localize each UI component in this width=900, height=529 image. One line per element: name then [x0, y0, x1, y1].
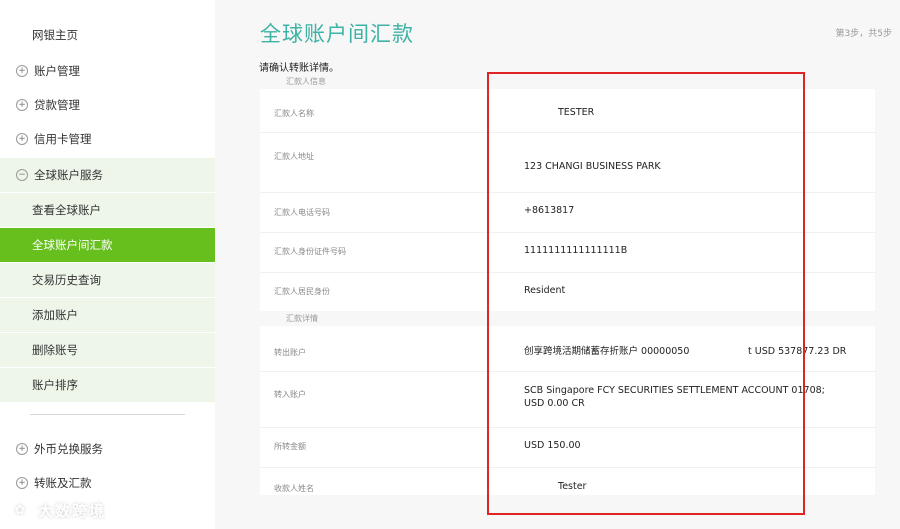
watermark-text: 大数跨境 — [38, 501, 107, 520]
detail-label: 转出账户 — [274, 348, 306, 357]
detail-label: 汇款人名称 — [274, 109, 314, 118]
detail-label: 汇款人身份证件号码 — [274, 247, 346, 256]
detail-label: 收款人姓名 — [274, 484, 314, 493]
expand-plus-icon: + — [16, 443, 28, 455]
sidebar-subitem-global-transfer[interactable]: 全球账户间汇款 — [0, 228, 215, 262]
watermark: ✿ 大数跨境 — [10, 499, 106, 521]
sidebar-item-label: 全球账户间汇款 — [32, 238, 113, 252]
sidebar-item-credit-card[interactable]: + 信用卡管理 — [0, 122, 215, 156]
sidebar-item-label: 账户排序 — [32, 378, 78, 392]
sidebar-item-label: 删除账号 — [32, 343, 78, 357]
expand-plus-icon: + — [16, 99, 28, 111]
sidebar-item-account-management[interactable]: + 账户管理 — [0, 54, 215, 88]
sidebar-item-global-account-services[interactable]: − 全球账户服务 — [0, 158, 215, 192]
sidebar-item-label: 信用卡管理 — [34, 132, 92, 146]
sidebar-item-label: 转账及汇款 — [34, 476, 92, 490]
detail-label: 所转金额 — [274, 442, 306, 451]
page-subtitle: 请确认转账详情。 — [259, 63, 339, 74]
logo-icon: ✿ — [10, 499, 32, 521]
sidebar-item-label: 查看全球账户 — [32, 203, 101, 217]
sidebar-item-loan-management[interactable]: + 贷款管理 — [0, 88, 215, 122]
sidebar-item-label: 账户管理 — [34, 64, 80, 78]
page-title: 全球账户间汇款 — [260, 22, 414, 46]
detail-label: 汇款人电话号码 — [274, 208, 330, 217]
sidebar-item-label: 外币兑换服务 — [34, 442, 103, 456]
sidebar-item-label: 网银主页 — [32, 28, 78, 42]
detail-label: 汇款人地址 — [274, 152, 314, 161]
expand-plus-icon: + — [16, 65, 28, 77]
sidebar-item-label: 全球账户服务 — [34, 168, 103, 182]
step-indicator: 第3步，共5步 — [835, 29, 892, 39]
sidebar-item-home[interactable]: 网银主页 — [0, 18, 215, 52]
collapse-minus-icon: − — [16, 169, 28, 181]
expand-plus-icon: + — [16, 477, 28, 489]
detail-label: 转入账户 — [274, 390, 306, 399]
sidebar-subitem-account-sort[interactable]: 账户排序 — [0, 368, 215, 402]
sidebar-subitem-view-global-accounts[interactable]: 查看全球账户 — [0, 193, 215, 227]
sidebar-subitem-delete-account[interactable]: 删除账号 — [0, 333, 215, 367]
sidebar-item-fx-services[interactable]: + 外币兑换服务 — [0, 432, 215, 466]
sidebar-item-label: 贷款管理 — [34, 98, 80, 112]
sidebar: 网银主页 + 账户管理 + 贷款管理 + 信用卡管理 − 全球账户服务 查看全球… — [0, 0, 215, 529]
sidebar-item-transfer-remittance[interactable]: + 转账及汇款 — [0, 466, 215, 500]
sidebar-subitem-transaction-history[interactable]: 交易历史查询 — [0, 263, 215, 297]
sidebar-divider — [30, 414, 185, 415]
highlight-box — [487, 72, 805, 515]
sidebar-item-label: 添加账户 — [32, 308, 78, 322]
sidebar-subitem-add-account[interactable]: 添加账户 — [0, 298, 215, 332]
detail-label: 汇款人居民身份 — [274, 287, 330, 296]
expand-plus-icon: + — [16, 133, 28, 145]
sidebar-item-label: 交易历史查询 — [32, 273, 101, 287]
